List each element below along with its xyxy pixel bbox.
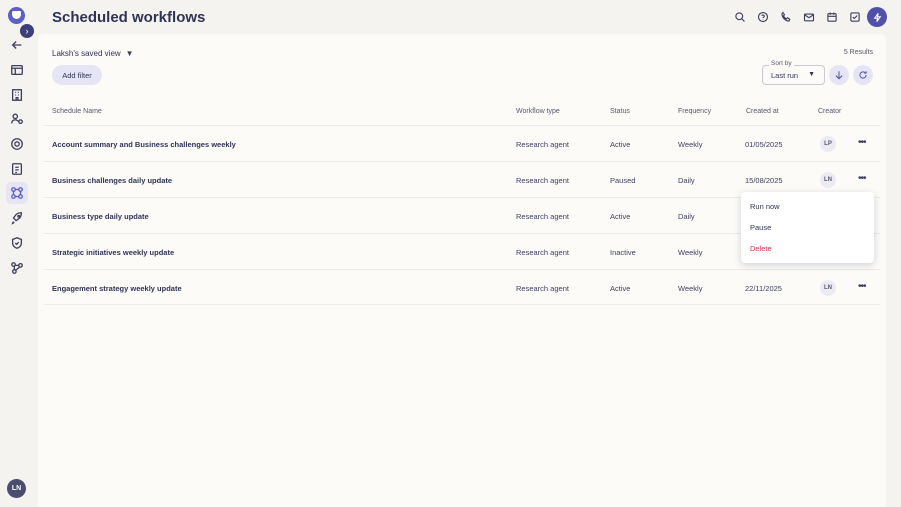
refresh-icon bbox=[859, 71, 867, 79]
page-title: Scheduled workflows bbox=[52, 9, 206, 26]
frequency: Weekly bbox=[678, 248, 703, 257]
integrations-icon[interactable] bbox=[6, 257, 28, 279]
more-options-icon[interactable]: ••• bbox=[858, 137, 866, 148]
sort-select[interactable]: Last run ▼ bbox=[762, 65, 825, 85]
rocket-icon[interactable] bbox=[6, 207, 28, 229]
user-avatar[interactable]: LN bbox=[7, 479, 26, 498]
created-at: 22/11/2025 bbox=[745, 284, 782, 293]
frequency: Daily bbox=[678, 176, 695, 185]
status: Inactive bbox=[610, 248, 636, 257]
layout-icon[interactable] bbox=[6, 59, 28, 81]
creator-avatar: LP bbox=[820, 136, 836, 152]
schedule-name[interactable]: Strategic initiatives weekly update bbox=[52, 248, 174, 257]
frequency: Daily bbox=[678, 212, 695, 221]
schedule-name[interactable]: Account summary and Business challenges … bbox=[52, 140, 236, 149]
menu-item-delete[interactable]: Delete bbox=[750, 244, 772, 253]
column-header-creator[interactable]: Creator bbox=[818, 108, 841, 115]
created-at: 15/08/2025 bbox=[745, 176, 783, 185]
bolt-button[interactable] bbox=[867, 7, 887, 27]
caret-down-icon: ▼ bbox=[125, 49, 134, 58]
search-icon[interactable] bbox=[732, 9, 748, 25]
table-row[interactable]: Engagement strategy weekly update Resear… bbox=[44, 269, 880, 305]
creator-avatar: LN bbox=[820, 172, 836, 188]
workflow-type: Research agent bbox=[516, 212, 569, 221]
clipboard-icon[interactable] bbox=[6, 158, 28, 180]
help-icon[interactable] bbox=[755, 9, 771, 25]
main-panel: Laksh's saved view ▼ 5 Results Add filte… bbox=[38, 34, 886, 507]
app-logo bbox=[8, 7, 25, 24]
row-actions-menu: Run now Pause Delete bbox=[741, 192, 874, 263]
results-count: 5 Results bbox=[843, 49, 873, 56]
schedule-name[interactable]: Engagement strategy weekly update bbox=[52, 284, 182, 293]
caret-down-icon: ▼ bbox=[808, 71, 815, 78]
sidebar: › LN bbox=[0, 0, 34, 507]
add-filter-button[interactable]: Add filter bbox=[52, 65, 102, 85]
workflow-type: Research agent bbox=[516, 284, 569, 293]
phone-icon[interactable] bbox=[778, 9, 794, 25]
workflow-type: Research agent bbox=[516, 176, 569, 185]
building-icon[interactable] bbox=[6, 84, 28, 106]
sort-direction-button[interactable] bbox=[829, 65, 849, 85]
frequency: Weekly bbox=[678, 284, 703, 293]
status: Paused bbox=[610, 176, 636, 185]
workflow-type: Research agent bbox=[516, 248, 569, 257]
column-header-status[interactable]: Status bbox=[610, 108, 630, 115]
column-header-type[interactable]: Workflow type bbox=[516, 108, 560, 115]
saved-view-label: Laksh's saved view bbox=[52, 49, 121, 58]
schedule-name[interactable]: Business challenges daily update bbox=[52, 176, 172, 185]
shield-icon[interactable] bbox=[6, 232, 28, 254]
arrow-down-icon bbox=[835, 71, 843, 80]
refresh-button[interactable] bbox=[853, 65, 873, 85]
workflow-icon[interactable] bbox=[6, 182, 28, 204]
calendar-icon[interactable] bbox=[824, 9, 840, 25]
column-header-frequency[interactable]: Frequency bbox=[678, 108, 711, 115]
sort-value: Last run bbox=[771, 70, 799, 80]
mail-icon[interactable] bbox=[801, 9, 817, 25]
header-actions bbox=[732, 9, 870, 25]
column-header-name[interactable]: Schedule Name bbox=[52, 108, 102, 115]
column-header-created[interactable]: Created at bbox=[746, 108, 779, 115]
sort-label: Sort by bbox=[769, 60, 794, 67]
table-row[interactable]: Account summary and Business challenges … bbox=[44, 125, 880, 161]
menu-item-run-now[interactable]: Run now bbox=[750, 202, 780, 211]
status: Active bbox=[610, 140, 631, 149]
created-at: 01/05/2025 bbox=[745, 140, 783, 149]
more-options-icon[interactable]: ••• bbox=[858, 173, 866, 184]
checklist-icon[interactable] bbox=[847, 9, 863, 25]
saved-view-selector[interactable]: Laksh's saved view ▼ bbox=[52, 49, 134, 58]
users-icon[interactable] bbox=[6, 108, 28, 130]
more-options-icon[interactable]: ••• bbox=[858, 281, 866, 292]
status: Active bbox=[610, 212, 631, 221]
frequency: Weekly bbox=[678, 140, 703, 149]
eye-icon[interactable] bbox=[6, 133, 28, 155]
bolt-icon bbox=[873, 12, 881, 22]
back-icon[interactable] bbox=[6, 34, 28, 56]
status: Active bbox=[610, 284, 631, 293]
workflow-type: Research agent bbox=[516, 140, 569, 149]
schedule-name[interactable]: Business type daily update bbox=[52, 212, 149, 221]
creator-avatar: LN bbox=[820, 280, 836, 296]
menu-item-pause[interactable]: Pause bbox=[750, 223, 771, 232]
